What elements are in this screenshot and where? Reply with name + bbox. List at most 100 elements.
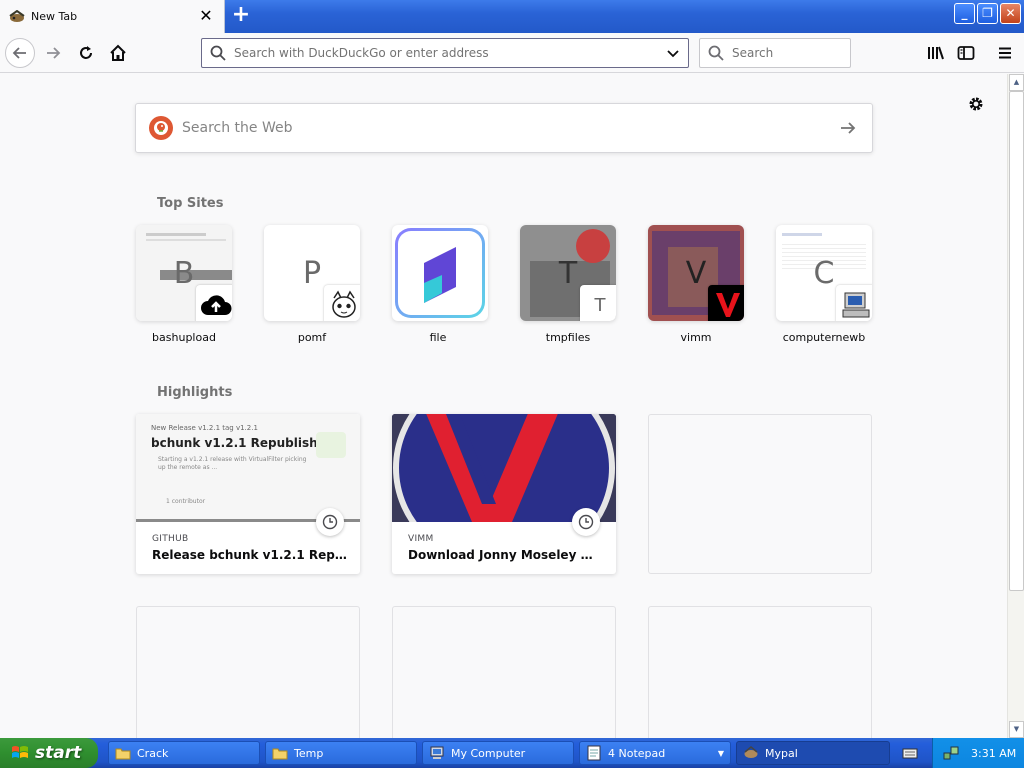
- vertical-scrollbar[interactable]: ▲ ▼: [1007, 74, 1024, 738]
- scroll-up-button[interactable]: ▲: [1009, 74, 1024, 91]
- task-label: Temp: [294, 746, 324, 760]
- new-tab-button[interactable]: +: [230, 4, 252, 27]
- web-search-input[interactable]: [182, 120, 838, 136]
- top-site-pomf[interactable]: P: [264, 225, 360, 321]
- highlight-thumbnail: New Release v1.2.1 tag v1.2.1 bchunk v1.…: [136, 414, 360, 522]
- web-search-box[interactable]: [135, 103, 873, 153]
- url-input[interactable]: [234, 46, 666, 60]
- highlight-source: VIMM: [408, 534, 434, 544]
- taskbar-clock[interactable]: 3:31 AM: [971, 747, 1016, 760]
- top-site-label: computernewb: [782, 331, 866, 344]
- highlight-card-github[interactable]: New Release v1.2.1 tag v1.2.1 bchunk v1.…: [136, 414, 360, 574]
- highlight-placeholder: [392, 606, 616, 738]
- title-bar: New Tab ✕ + _ ❐ ✕: [0, 0, 1024, 33]
- my-computer-icon: [429, 745, 445, 761]
- taskbar-item-crack[interactable]: Crack: [108, 741, 260, 765]
- taskbar-item-my-computer[interactable]: My Computer: [422, 741, 574, 765]
- back-arrow-icon: [12, 47, 26, 59]
- upload-cloud-icon: [196, 285, 232, 321]
- scroll-down-button[interactable]: ▼: [1009, 721, 1024, 738]
- menu-button[interactable]: [991, 39, 1019, 67]
- top-site-label: tmpfiles: [545, 331, 591, 344]
- home-icon: [110, 44, 126, 61]
- task-label: Crack: [137, 746, 169, 760]
- top-site-label: vimm: [680, 331, 712, 344]
- taskbar: start Crack Temp My Computer 4 Notepad ▼…: [0, 738, 1024, 768]
- mypal-favicon-icon: [8, 9, 26, 25]
- window-close-button[interactable]: ✕: [1000, 3, 1021, 24]
- highlight-placeholder: [648, 414, 872, 574]
- hamburger-menu-icon: [999, 47, 1011, 59]
- highlight-thumbnail: [392, 414, 616, 522]
- search-bar[interactable]: [699, 38, 851, 68]
- tile-badge-letter: T: [580, 285, 616, 321]
- taskbar-item-temp[interactable]: Temp: [265, 741, 417, 765]
- vimm-logo-icon: [708, 285, 744, 321]
- top-site-label: pomf: [297, 331, 327, 344]
- duckduckgo-logo-icon: [149, 116, 173, 140]
- network-icon[interactable]: [943, 745, 959, 761]
- computer-icon: [836, 285, 872, 321]
- reload-button[interactable]: [72, 39, 100, 67]
- top-site-label: file: [429, 331, 447, 344]
- gear-icon[interactable]: [967, 95, 985, 113]
- highlight-title: Download Jonny Moseley Mad T…: [408, 548, 604, 562]
- url-bar[interactable]: [201, 38, 689, 68]
- windows-logo-icon: [12, 746, 28, 758]
- top-site-computernewb[interactable]: C: [776, 225, 872, 321]
- folder-icon: [115, 745, 131, 761]
- clock-icon: [572, 508, 600, 536]
- back-button[interactable]: [5, 38, 35, 68]
- navigation-toolbar: [0, 33, 1024, 73]
- tab-new-tab[interactable]: New Tab ✕: [0, 0, 225, 33]
- search-icon: [708, 45, 724, 61]
- tile-letter: [392, 225, 488, 321]
- scroll-thumb[interactable]: [1009, 91, 1024, 591]
- start-button[interactable]: start: [0, 738, 98, 768]
- top-site-tmpfiles[interactable]: T T: [520, 225, 616, 321]
- forward-arrow-icon: [47, 47, 61, 59]
- arrow-right-icon[interactable]: [838, 118, 858, 138]
- task-label: Mypal: [765, 746, 798, 760]
- restore-button[interactable]: ❐: [977, 3, 998, 24]
- library-button[interactable]: [922, 39, 950, 67]
- highlight-card-vimm[interactable]: VIMM Download Jonny Moseley Mad T…: [392, 414, 616, 574]
- top-sites-heading: Top Sites: [157, 196, 224, 211]
- keyboard-icon[interactable]: [902, 745, 918, 761]
- sidebar-button[interactable]: [952, 39, 980, 67]
- task-label: 4 Notepad: [608, 746, 666, 760]
- tab-title: New Tab: [31, 10, 78, 23]
- system-tray: 3:31 AM: [932, 738, 1024, 768]
- library-icon: [928, 46, 944, 60]
- task-label: My Computer: [451, 746, 526, 760]
- thumb-title: bchunk v1.2.1 Republish: [151, 436, 318, 450]
- anime-cat-icon: [324, 285, 360, 321]
- new-tab-page: Top Sites B bashupload P pomf file T: [0, 74, 1007, 738]
- taskbar-item-mypal[interactable]: Mypal: [736, 741, 890, 765]
- top-site-vimm[interactable]: V: [648, 225, 744, 321]
- highlight-title: Release bchunk v1.2.1 Republish…: [152, 548, 348, 562]
- reload-icon: [80, 46, 92, 59]
- highlight-placeholder: [136, 606, 360, 738]
- tab-close-icon[interactable]: ✕: [198, 8, 214, 24]
- taskbar-item-notepad[interactable]: 4 Notepad ▼: [579, 741, 731, 765]
- start-label: start: [35, 743, 82, 763]
- group-dropdown-icon: ▼: [717, 748, 724, 758]
- search-input[interactable]: [732, 46, 842, 60]
- clock-icon: [316, 508, 344, 536]
- top-site-bashupload[interactable]: B: [136, 225, 232, 321]
- thumb-body: Starting a v1.2.1 release with VirtualFi…: [158, 456, 307, 471]
- minimize-button[interactable]: _: [954, 3, 975, 24]
- highlight-placeholder: [648, 606, 872, 738]
- extension-icon: [316, 432, 346, 458]
- folder-icon: [272, 745, 288, 761]
- thumb-kicker: New Release v1.2.1 tag v1.2.1: [151, 424, 258, 432]
- chevron-down-icon[interactable]: [666, 46, 680, 60]
- highlights-heading: Highlights: [157, 385, 233, 400]
- top-site-file[interactable]: [392, 225, 488, 321]
- mypal-icon: [743, 745, 759, 761]
- search-icon: [210, 45, 226, 61]
- forward-button[interactable]: [39, 39, 67, 67]
- top-site-label: bashupload: [152, 331, 216, 344]
- home-button[interactable]: [104, 39, 132, 67]
